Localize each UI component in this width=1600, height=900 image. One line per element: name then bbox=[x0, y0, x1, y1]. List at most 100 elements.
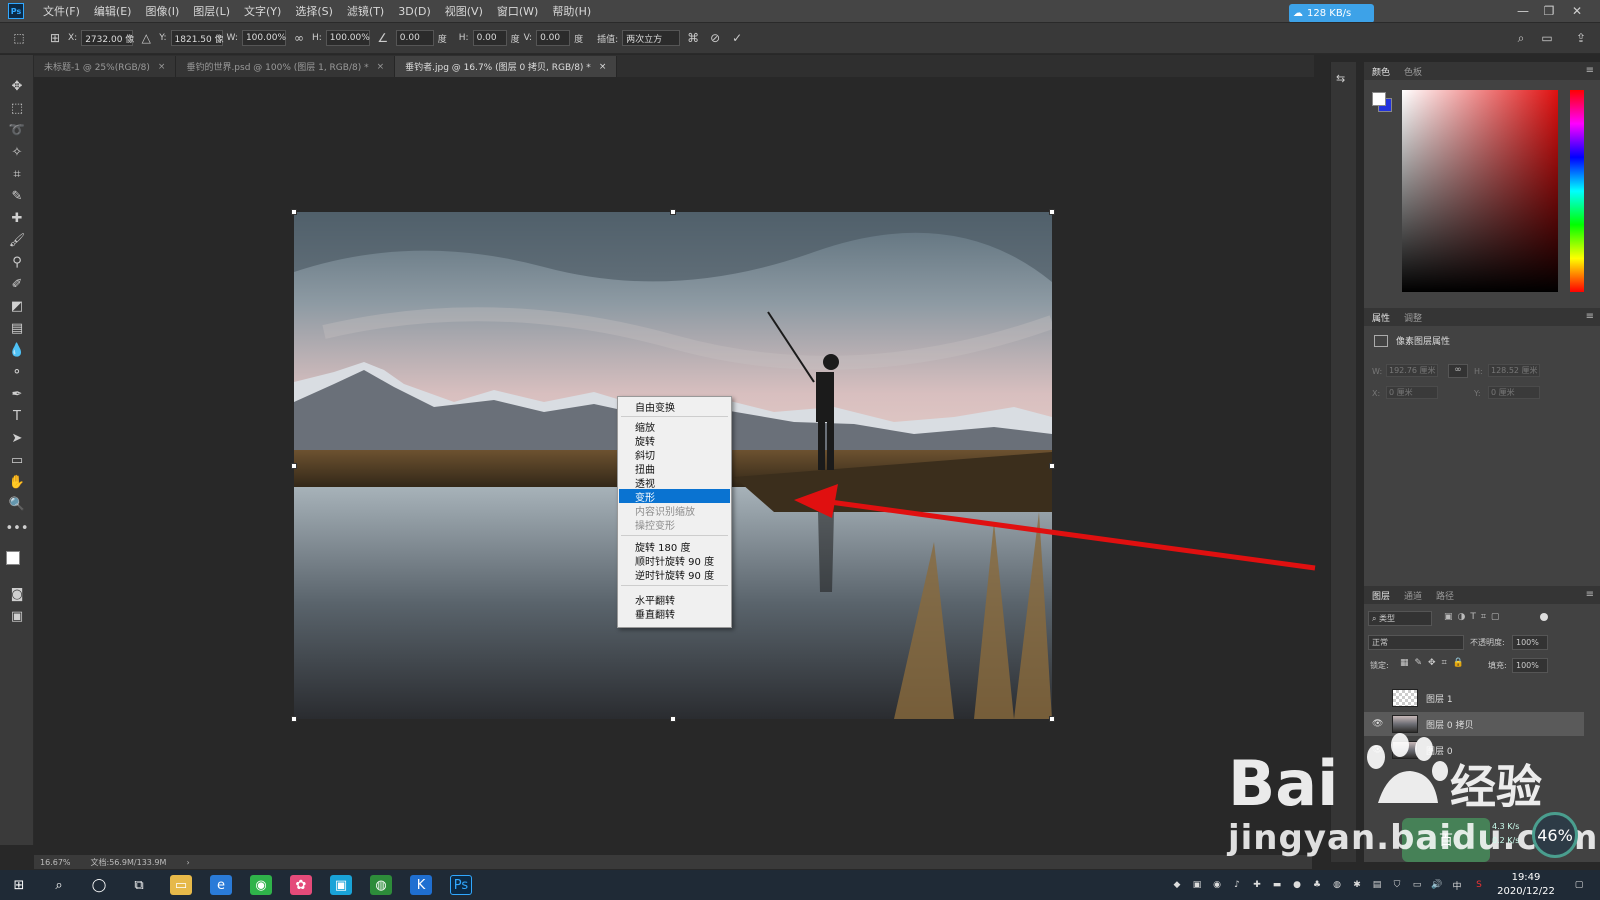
lock-icons[interactable]: ▦✎✥⌗🔒 bbox=[1400, 658, 1470, 668]
tab-channels[interactable]: 通道 bbox=[1404, 589, 1422, 602]
quick-mask-icon[interactable]: ◙ bbox=[6, 585, 28, 603]
marquee-tool-icon[interactable]: ⬚ bbox=[6, 99, 28, 117]
color-picker-field[interactable] bbox=[1402, 90, 1558, 292]
ime-indicator[interactable]: 中 bbox=[1450, 878, 1464, 892]
tray-icon[interactable]: ♣ bbox=[1310, 878, 1324, 892]
fill-field[interactable]: 100% bbox=[1512, 658, 1548, 673]
menu-rotate-180[interactable]: 旋转 180 度 bbox=[619, 539, 730, 554]
healing-tool-icon[interactable]: ✚ bbox=[6, 209, 28, 227]
menu-rotate-90-cw[interactable]: 顺时针旋转 90 度 bbox=[619, 553, 730, 568]
transform-handle-bottom-right[interactable] bbox=[1049, 716, 1055, 722]
transform-handle-bottom[interactable] bbox=[670, 716, 676, 722]
pen-tool-icon[interactable]: ✒ bbox=[6, 385, 28, 403]
sogou-icon[interactable]: S bbox=[1472, 878, 1486, 892]
photoshop-taskbar-icon[interactable]: Ps bbox=[450, 875, 472, 895]
file-explorer-icon[interactable]: ▭ bbox=[170, 875, 192, 895]
menu-rotate[interactable]: 旋转 bbox=[619, 433, 730, 448]
close-tab-icon[interactable]: × bbox=[377, 62, 385, 72]
hskew-field[interactable]: 0.00 bbox=[472, 30, 507, 46]
menu-edit[interactable]: 编辑(E) bbox=[87, 3, 139, 19]
panel-menu-icon[interactable]: ≡ bbox=[1586, 311, 1594, 322]
minimize-button[interactable]: — bbox=[1510, 0, 1536, 22]
taskbar-search-icon[interactable]: ⌕ bbox=[48, 875, 70, 895]
cancel-transform-icon[interactable]: ⊘ bbox=[706, 29, 724, 47]
tab-properties[interactable]: 属性 bbox=[1372, 311, 1390, 324]
blend-mode-select[interactable]: 正常 bbox=[1368, 635, 1464, 650]
windows-start-icon[interactable]: ⊞ bbox=[8, 875, 30, 895]
hand-tool-icon[interactable]: ✋ bbox=[6, 473, 28, 491]
magic-wand-tool-icon[interactable]: ✧ bbox=[6, 143, 28, 161]
menu-free-transform[interactable]: 自由变换 bbox=[619, 399, 730, 414]
close-window-button[interactable]: ✕ bbox=[1564, 0, 1590, 22]
tray-icon[interactable]: ▬ bbox=[1270, 878, 1284, 892]
tray-icon[interactable]: ▣ bbox=[1190, 878, 1204, 892]
menu-layer[interactable]: 图层(L) bbox=[186, 3, 237, 19]
path-selection-tool-icon[interactable]: ➤ bbox=[6, 429, 28, 447]
tab-untitled[interactable]: 未标题-1 @ 25%(RGB/8) × bbox=[34, 56, 177, 77]
angle-field[interactable]: 0.00 bbox=[395, 30, 434, 46]
notification-icon[interactable]: ▢ bbox=[1572, 878, 1586, 892]
commit-transform-icon[interactable]: ✓ bbox=[728, 29, 746, 47]
props-link-icon[interactable]: ∞ bbox=[1448, 364, 1468, 378]
menu-type[interactable]: 文字(Y) bbox=[237, 3, 288, 19]
menu-3d[interactable]: 3D(D) bbox=[391, 5, 438, 18]
foreground-color-swatch[interactable] bbox=[6, 551, 20, 565]
tab-swatches[interactable]: 色板 bbox=[1404, 65, 1422, 78]
network-icon[interactable]: ▭ bbox=[1410, 878, 1424, 892]
color-fg-swatch[interactable] bbox=[1372, 92, 1386, 106]
panel-menu-icon[interactable]: ≡ bbox=[1586, 589, 1594, 600]
tab-paths[interactable]: 路径 bbox=[1436, 589, 1454, 602]
gradient-tool-icon[interactable]: ▤ bbox=[6, 319, 28, 337]
rectangle-tool-icon[interactable]: ▭ bbox=[6, 451, 28, 469]
tray-icon[interactable]: ✱ bbox=[1350, 878, 1364, 892]
menu-warp[interactable]: 变形 bbox=[619, 489, 730, 504]
width-field[interactable]: 100.00% bbox=[241, 30, 286, 46]
tab-fisherman[interactable]: 垂钓者.jpg @ 16.7% (图层 0 拷贝, RGB/8) * × bbox=[395, 56, 618, 77]
transform-handle-left[interactable] bbox=[291, 463, 297, 469]
tray-icon[interactable]: ◆ bbox=[1170, 878, 1184, 892]
x-field[interactable]: 2732.00 像 bbox=[81, 30, 134, 46]
menu-view[interactable]: 视图(V) bbox=[438, 3, 490, 19]
stamp-tool-icon[interactable]: ⚲ bbox=[6, 253, 28, 271]
interpolation-select[interactable]: 两次立方 bbox=[622, 30, 681, 46]
share-icon[interactable]: ⇪ bbox=[1572, 29, 1590, 47]
menu-window[interactable]: 窗口(W) bbox=[490, 3, 545, 19]
warp-mode-icon[interactable]: ⌘ bbox=[684, 29, 702, 47]
layer-filter-select[interactable]: ⌕ 类型 bbox=[1368, 611, 1432, 626]
menu-filter[interactable]: 滤镜(T) bbox=[340, 3, 391, 19]
lasso-tool-icon[interactable]: ➰ bbox=[6, 121, 28, 139]
restore-button[interactable]: ❐ bbox=[1536, 0, 1562, 22]
menu-file[interactable]: 文件(F) bbox=[36, 3, 87, 19]
history-brush-tool-icon[interactable]: ✐ bbox=[6, 275, 28, 293]
type-tool-icon[interactable]: T bbox=[6, 407, 28, 425]
menu-scale[interactable]: 缩放 bbox=[619, 419, 730, 434]
transform-handle-top-right[interactable] bbox=[1049, 209, 1055, 215]
transform-handle-top-left[interactable] bbox=[291, 209, 297, 215]
search-icon[interactable]: ⌕ bbox=[1512, 29, 1530, 47]
tray-icon[interactable]: ✚ bbox=[1250, 878, 1264, 892]
transform-handle-right[interactable] bbox=[1049, 463, 1055, 469]
y-field[interactable]: 1821.50 像 bbox=[170, 30, 224, 46]
tray-icon[interactable]: ● bbox=[1290, 878, 1304, 892]
menu-select[interactable]: 选择(S) bbox=[288, 3, 340, 19]
app-icon-4[interactable]: K bbox=[410, 875, 432, 895]
tab-adjustments[interactable]: 调整 bbox=[1404, 311, 1422, 324]
menu-help[interactable]: 帮助(H) bbox=[545, 3, 598, 19]
transform-handle-top[interactable] bbox=[670, 209, 676, 215]
opacity-field[interactable]: 100% bbox=[1512, 635, 1548, 650]
menu-perspective[interactable]: 透视 bbox=[619, 475, 730, 490]
menu-rotate-90-ccw[interactable]: 逆时针旋转 90 度 bbox=[619, 567, 730, 582]
reference-point-icon[interactable]: ⊞ bbox=[46, 29, 64, 47]
close-tab-icon[interactable]: × bbox=[158, 62, 166, 72]
zoom-tool-icon[interactable]: 🔍 bbox=[6, 495, 28, 513]
screen-mode-icon[interactable]: ▣ bbox=[6, 607, 28, 625]
tab-fishing-world[interactable]: 垂钓的世界.psd @ 100% (图层 1, RGB/8) * × bbox=[176, 56, 396, 77]
zoom-level[interactable]: 16.67% bbox=[40, 858, 71, 867]
volume-icon[interactable]: 🔊 bbox=[1430, 878, 1444, 892]
height-field[interactable]: 100.00% bbox=[325, 30, 370, 46]
crop-tool-icon[interactable]: ⌗ bbox=[6, 165, 28, 183]
wechat-tray-icon[interactable]: ◍ bbox=[1330, 878, 1344, 892]
menu-skew[interactable]: 斜切 bbox=[619, 447, 730, 462]
menu-flip-horizontal[interactable]: 水平翻转 bbox=[619, 592, 730, 607]
speed-gauge[interactable]: 46% bbox=[1532, 812, 1578, 858]
